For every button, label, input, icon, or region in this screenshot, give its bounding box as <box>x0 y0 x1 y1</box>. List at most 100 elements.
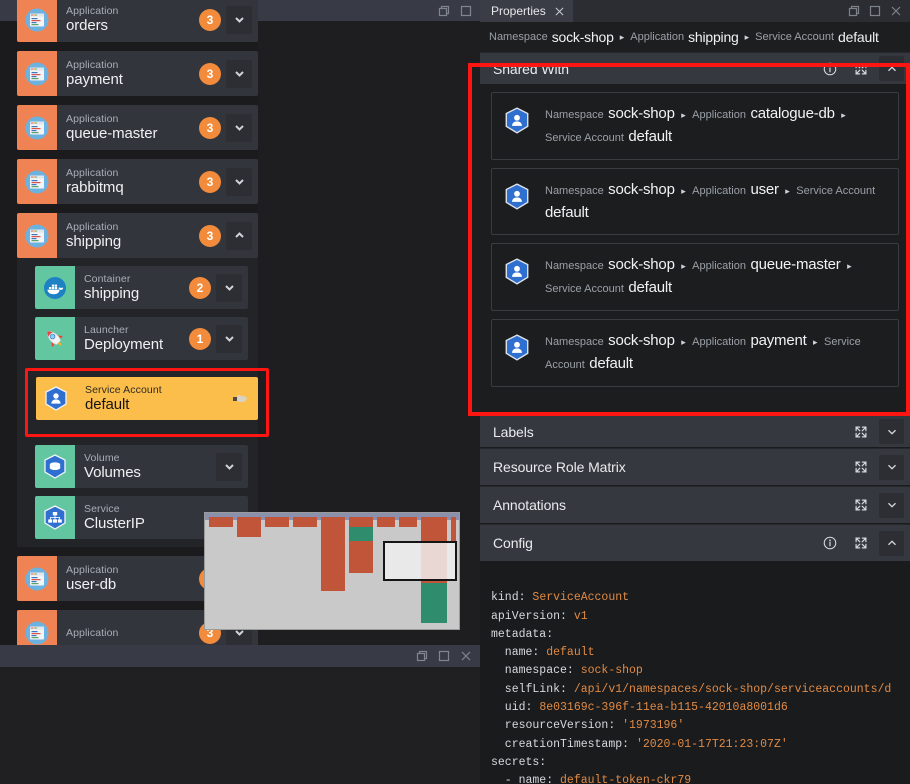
breadcrumb-value: queue-master <box>750 256 841 273</box>
breadcrumb-key: Namespace <box>489 31 548 43</box>
node-kind: Application <box>66 626 119 639</box>
chevron-down-icon[interactable] <box>879 492 904 518</box>
breadcrumb-key: Application <box>630 31 685 43</box>
tab-properties[interactable]: Properties <box>480 0 573 22</box>
section-header-shared-with[interactable]: Shared With <box>480 52 910 85</box>
node-kind: Launcher <box>84 324 129 336</box>
chevron-right-icon: ▸ <box>619 31 625 42</box>
yaml-key: selfLink: <box>491 682 574 696</box>
node-kind: Application <box>66 113 119 125</box>
chevron-down-icon[interactable] <box>216 273 242 302</box>
expand-icon[interactable] <box>848 531 873 556</box>
chevron-down-icon[interactable] <box>216 324 242 353</box>
node-kind: Application <box>66 5 119 17</box>
yaml-key: apiVersion: <box>491 609 574 623</box>
chevron-right-icon: ▸ <box>785 186 790 196</box>
section-title: Shared With <box>493 60 569 77</box>
application-icon <box>17 0 57 42</box>
section-header-labels[interactable]: Labels <box>480 415 910 448</box>
chevron-down-icon[interactable] <box>879 454 904 480</box>
service-account-icon <box>502 106 532 141</box>
config-yaml-viewer[interactable]: kind: ServiceAccount apiVersion: v1 meta… <box>480 562 910 784</box>
restore-icon[interactable] <box>438 5 450 17</box>
application-icon <box>17 159 57 204</box>
breadcrumb: Namespace sock-shop ▸ Application shippi… <box>480 22 910 52</box>
close-icon[interactable] <box>460 650 472 662</box>
properties-panel: Properties Namespace sock-shop ▸ Applica… <box>480 0 910 784</box>
chevron-up-icon[interactable] <box>879 530 904 556</box>
maximize-icon[interactable] <box>460 5 472 17</box>
breadcrumb-key: Namespace <box>545 185 604 197</box>
maximize-icon[interactable] <box>438 650 450 662</box>
section-title: Annotations <box>493 497 566 513</box>
tree-node-service-account-default[interactable]: Service Account default <box>36 377 258 420</box>
volume-icon <box>35 445 75 488</box>
tree-node-orders[interactable]: Application orders 3 <box>17 0 258 42</box>
breadcrumb-value[interactable]: shipping <box>688 29 739 45</box>
info-icon[interactable] <box>817 531 842 556</box>
section-header-config[interactable]: Config <box>480 524 910 562</box>
minimap-viewport-rect[interactable] <box>383 541 457 581</box>
node-name: Deployment <box>84 336 164 353</box>
yaml-key: name: <box>491 646 547 660</box>
left-window-controls <box>438 0 472 21</box>
breadcrumb-key: Application <box>692 185 746 197</box>
properties-tabbar: Properties <box>480 0 910 22</box>
chevron-down-icon[interactable] <box>226 5 252 34</box>
chevron-up-icon[interactable] <box>879 56 904 81</box>
yaml-value: ServiceAccount <box>532 591 630 605</box>
section-header-annotations[interactable]: Annotations <box>480 486 910 524</box>
chevron-up-icon[interactable] <box>226 221 252 250</box>
close-icon[interactable] <box>890 5 902 17</box>
node-kind: Application <box>66 221 119 233</box>
yaml-key: creationTimestamp: <box>491 737 636 751</box>
chevron-down-icon[interactable] <box>226 59 252 88</box>
shared-with-card[interactable]: Namespace sock-shop ▸ Application user ▸… <box>491 168 899 235</box>
tree-node-volumes[interactable]: Volume Volumes <box>35 445 248 488</box>
service-account-icon <box>36 377 76 420</box>
close-icon[interactable] <box>555 7 564 16</box>
shared-with-card[interactable]: Namespace sock-shop ▸ Application paymen… <box>491 319 899 387</box>
minimap-column <box>321 517 345 591</box>
tree-node-payment[interactable]: Application payment 3 <box>17 51 258 96</box>
chevron-down-icon[interactable] <box>879 419 904 444</box>
breadcrumb-key: Namespace <box>545 336 604 348</box>
breadcrumb-value: default <box>545 204 589 221</box>
restore-icon[interactable] <box>848 5 860 17</box>
shared-with-breadcrumb: Namespace sock-shop ▸ Application user ▸… <box>545 179 886 223</box>
tree-node-shipping[interactable]: Application shipping 3 <box>17 213 258 258</box>
breadcrumb-value: default <box>589 355 633 372</box>
maximize-icon[interactable] <box>869 5 881 17</box>
info-icon[interactable] <box>817 56 842 81</box>
pointer-cursor-icon <box>233 394 247 402</box>
breadcrumb-value[interactable]: sock-shop <box>552 29 614 45</box>
chevron-down-icon[interactable] <box>216 452 242 481</box>
breadcrumb-value: sock-shop <box>608 181 675 198</box>
expand-icon[interactable] <box>848 493 873 518</box>
tree-node-rabbitmq[interactable]: Application rabbitmq 3 <box>17 159 258 204</box>
graph-minimap[interactable] <box>204 512 460 630</box>
expand-icon[interactable] <box>848 56 873 81</box>
restore-icon[interactable] <box>416 650 428 662</box>
tree-node-queue-master[interactable]: Application queue-master 3 <box>17 105 258 150</box>
yaml-key: - name: <box>491 774 561 784</box>
application-icon <box>17 556 57 601</box>
section-title: Config <box>493 535 533 551</box>
node-kind: Volume <box>84 452 120 464</box>
shared-with-card[interactable]: Namespace sock-shop ▸ Application queue-… <box>491 243 899 311</box>
tree-node-container-shipping[interactable]: Container shipping 2 <box>35 266 248 309</box>
expand-icon[interactable] <box>848 455 873 480</box>
yaml-value: /api/v1/namespaces/sock-shop/serviceacco… <box>573 682 892 696</box>
chevron-down-icon[interactable] <box>226 167 252 196</box>
node-badge: 3 <box>199 8 221 31</box>
application-icon <box>17 105 57 150</box>
minimap-column <box>209 517 233 527</box>
section-header-resource-role-matrix[interactable]: Resource Role Matrix <box>480 448 910 486</box>
shared-with-card[interactable]: Namespace sock-shop ▸ Application catalo… <box>491 92 899 160</box>
chevron-down-icon[interactable] <box>226 113 252 142</box>
tree-group-queue-master: Application queue-master 3 <box>17 105 258 150</box>
breadcrumb-value[interactable]: default <box>838 29 879 45</box>
node-kind: Application <box>66 59 119 71</box>
tree-node-launcher-deployment[interactable]: Launcher Deployment 1 <box>35 317 248 360</box>
expand-icon[interactable] <box>848 419 873 444</box>
